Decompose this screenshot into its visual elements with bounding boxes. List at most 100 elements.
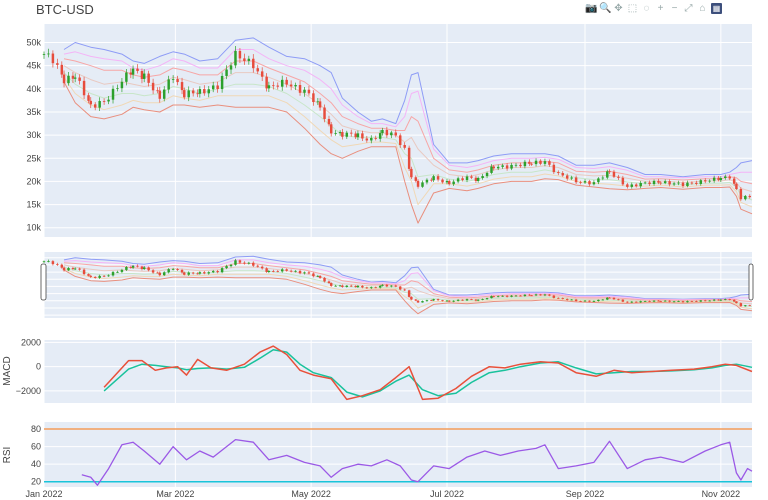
price-candle-body bbox=[608, 171, 611, 173]
navigator-candle-body bbox=[229, 264, 233, 267]
navigator-candle-body bbox=[548, 294, 551, 296]
price-candle-body bbox=[298, 84, 302, 93]
price-candle-body bbox=[481, 176, 484, 178]
macd-axis-label: MACD bbox=[2, 356, 13, 385]
price-candle-body bbox=[256, 68, 259, 72]
navigator-candle-body bbox=[327, 281, 331, 284]
price-candle-body bbox=[474, 177, 478, 181]
price-candle-body bbox=[234, 50, 237, 66]
navigator-candle-body bbox=[307, 272, 311, 274]
navigator-candle-body bbox=[606, 297, 609, 300]
price-candle-body bbox=[704, 180, 707, 182]
price-candle-body bbox=[260, 71, 264, 77]
rsi-ytick-label: 20 bbox=[31, 477, 41, 487]
price-candle-body bbox=[668, 181, 671, 185]
price-ytick-label: 30k bbox=[26, 130, 41, 140]
navigator-candle-body bbox=[102, 275, 106, 277]
navigator-candle-body bbox=[474, 299, 478, 301]
navigator-candle-body bbox=[252, 262, 255, 266]
price-candle-body bbox=[445, 180, 449, 183]
navigator-candle-body bbox=[583, 300, 587, 302]
price-candle-body bbox=[318, 101, 322, 108]
price-candle-body bbox=[712, 177, 716, 181]
navigator-candle-body bbox=[447, 300, 451, 302]
navigator-candle-body bbox=[207, 272, 210, 274]
price-candle-body bbox=[211, 85, 215, 90]
price-candle-body bbox=[728, 176, 731, 179]
price-candle-body bbox=[71, 75, 75, 79]
price-candle-body bbox=[539, 160, 542, 164]
navigator-candle-body bbox=[394, 285, 398, 287]
navigator-candle-body bbox=[341, 285, 344, 287]
navigator-candle-body bbox=[663, 300, 667, 302]
navigator-candle-body bbox=[445, 300, 449, 302]
price-candle-body bbox=[243, 58, 246, 61]
price-candle-body bbox=[523, 161, 527, 167]
range-handle-left[interactable] bbox=[40, 263, 47, 301]
navigator-candle-body bbox=[496, 296, 500, 298]
navigator-candle-body bbox=[225, 266, 228, 269]
price-candle-body bbox=[47, 53, 50, 55]
navigator-candle-body bbox=[147, 267, 150, 271]
price-candle-body bbox=[659, 182, 662, 184]
price-candle-body bbox=[111, 88, 115, 100]
price-candle-body bbox=[719, 178, 723, 181]
price-ytick-label: 50k bbox=[26, 38, 41, 48]
x-tick-label: Jan 2022 bbox=[25, 489, 62, 499]
navigator-candle-body bbox=[510, 295, 513, 297]
navigator-candle-body bbox=[267, 270, 271, 272]
navigator-candle-body bbox=[82, 269, 86, 275]
navigator-candle-body bbox=[704, 300, 707, 302]
price-ytick-label: 40k bbox=[26, 84, 41, 94]
navigator-candle-body bbox=[167, 269, 170, 273]
navigator-candle-body bbox=[196, 273, 199, 275]
price-candle-body bbox=[180, 82, 184, 91]
navigator-candle-body bbox=[561, 298, 564, 299]
price-candle-body bbox=[496, 166, 500, 169]
navigator-candle-body bbox=[289, 270, 293, 272]
price-candle-body bbox=[102, 101, 106, 102]
range-handle-right[interactable] bbox=[748, 263, 754, 301]
price-candle-body bbox=[748, 195, 752, 198]
navigator-candle-body bbox=[744, 305, 747, 307]
price-candle-body bbox=[557, 172, 560, 174]
navigator-candle-body bbox=[534, 294, 538, 296]
price-candle-body bbox=[361, 133, 364, 139]
navigator-candle-body bbox=[579, 301, 582, 302]
range-navigator-panel[interactable] bbox=[40, 252, 754, 318]
price-candle-body bbox=[220, 75, 224, 90]
price-candle-body bbox=[490, 166, 493, 173]
price-candle-body bbox=[465, 176, 469, 181]
navigator-candle-body bbox=[456, 299, 460, 301]
price-candle-body bbox=[708, 180, 711, 182]
price-candle-body bbox=[89, 100, 92, 105]
navigator-candle-body bbox=[198, 272, 202, 274]
navigator-candle-body bbox=[203, 272, 206, 274]
price-candle-body bbox=[634, 184, 638, 187]
price-candle-body bbox=[171, 79, 175, 80]
macd-ytick-label: 0 bbox=[36, 362, 41, 372]
price-candle-body bbox=[583, 181, 587, 183]
navigator-candle-body bbox=[695, 301, 698, 302]
price-candle-body bbox=[565, 175, 569, 179]
navigator-candle-body bbox=[470, 299, 473, 301]
price-candle-body bbox=[140, 71, 144, 79]
navigator-candle-body bbox=[686, 301, 689, 303]
x-tick-label: May 2022 bbox=[291, 489, 331, 499]
navigator-candle-body bbox=[485, 298, 489, 300]
price-candle-body bbox=[120, 81, 124, 89]
price-candle-body bbox=[561, 173, 564, 176]
navigator-candle-body bbox=[528, 294, 531, 296]
price-candle-body bbox=[158, 90, 162, 99]
navigator-candle-body bbox=[612, 297, 616, 300]
price-candle-body bbox=[107, 99, 110, 102]
price-candle-body bbox=[552, 164, 556, 173]
navigator-candle-body bbox=[334, 285, 337, 287]
navigator-candle-body bbox=[378, 285, 382, 288]
navigator-candle-body bbox=[574, 299, 578, 302]
price-candle-body bbox=[421, 182, 424, 187]
navigator-candle-body bbox=[643, 301, 647, 302]
price-candle-body bbox=[394, 132, 398, 136]
price-candle-body bbox=[677, 182, 680, 184]
navigator-candle-body bbox=[735, 301, 738, 304]
